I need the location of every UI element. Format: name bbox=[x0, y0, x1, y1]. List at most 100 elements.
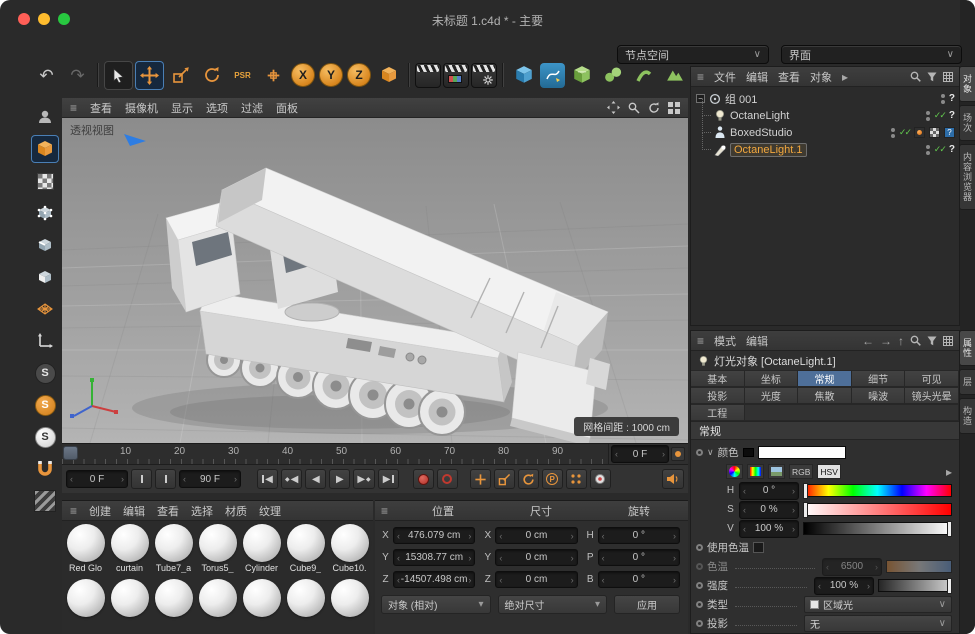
tab-noise[interactable]: 噪波 bbox=[852, 387, 906, 404]
hsv-mode-button[interactable]: HSV bbox=[817, 464, 840, 479]
light-type-select[interactable]: 区域光 ∨ bbox=[804, 596, 952, 613]
key-point-level-button[interactable] bbox=[566, 469, 587, 489]
quantize-button[interactable] bbox=[31, 487, 59, 515]
animation-dot-icon[interactable] bbox=[696, 544, 703, 551]
coordinate-system-button[interactable] bbox=[374, 61, 403, 90]
value-slider[interactable] bbox=[803, 522, 952, 535]
snap-3d-button[interactable]: S bbox=[31, 391, 59, 419]
rotate-tool-button[interactable] bbox=[197, 61, 226, 90]
pan-view-icon[interactable] bbox=[607, 101, 620, 114]
v-field[interactable]: ‹100 %› bbox=[739, 520, 799, 538]
forward-icon[interactable]: → bbox=[880, 334, 892, 348]
material-item[interactable] bbox=[108, 579, 151, 628]
range-end-button[interactable] bbox=[155, 469, 176, 489]
object-name-selected[interactable]: OctaneLight.1 bbox=[730, 143, 807, 157]
side-tab-content-browser[interactable]: 内容浏览器 bbox=[959, 144, 975, 210]
tab-details[interactable]: 细节 bbox=[852, 370, 906, 387]
side-tab-attributes[interactable]: 属性 bbox=[959, 330, 975, 366]
material-item[interactable]: curtain bbox=[108, 524, 151, 573]
side-tab-objects[interactable]: 对象 bbox=[959, 66, 975, 102]
close-button[interactable] bbox=[18, 13, 30, 25]
chevron-right-icon[interactable]: ▸ bbox=[842, 70, 848, 84]
last-tool-button[interactable] bbox=[259, 61, 288, 90]
rot-b-field[interactable]: ‹0 °› bbox=[598, 571, 680, 588]
rot-p-field[interactable]: ‹0 °› bbox=[598, 549, 680, 566]
slider-handle[interactable] bbox=[803, 502, 808, 518]
subdivision-surface-button[interactable] bbox=[567, 61, 596, 90]
timeline-ruler[interactable]: 0 10 20 30 40 50 60 70 80 90 ‹ 0 F › bbox=[62, 443, 688, 464]
material-item[interactable] bbox=[152, 579, 195, 628]
psr-tool-button[interactable]: PSR bbox=[228, 61, 257, 90]
color-preview[interactable] bbox=[758, 446, 846, 459]
material-menu-create[interactable]: 创建 bbox=[89, 503, 111, 519]
start-frame-field[interactable]: ‹ 0 F › bbox=[66, 470, 128, 488]
om-menu-edit[interactable]: 编辑 bbox=[746, 69, 768, 85]
hamburger-icon[interactable]: ≡ bbox=[375, 504, 394, 518]
render-settings-button[interactable] bbox=[471, 63, 497, 88]
question-icon[interactable]: ? bbox=[949, 144, 955, 155]
viewport-menu-display[interactable]: 显示 bbox=[171, 100, 193, 116]
render-picture-viewer-button[interactable] bbox=[443, 63, 469, 88]
up-icon[interactable]: ↑ bbox=[898, 334, 904, 348]
snap-2d-button[interactable]: S bbox=[31, 423, 59, 451]
point-mode-button[interactable] bbox=[31, 199, 59, 227]
om-menu-view[interactable]: 查看 bbox=[778, 69, 800, 85]
tab-shadow[interactable]: 投影 bbox=[691, 387, 745, 404]
field-object-button[interactable] bbox=[660, 61, 689, 90]
visibility-dots[interactable] bbox=[941, 94, 945, 104]
material-item[interactable]: Torus5_ bbox=[196, 524, 239, 573]
tab-coordinates[interactable]: 坐标 bbox=[745, 370, 799, 387]
side-tab-structure[interactable]: 构造 bbox=[959, 398, 975, 434]
current-frame-field[interactable]: ‹ 0 F › bbox=[611, 445, 669, 463]
viewport-menu-options[interactable]: 选项 bbox=[206, 100, 228, 116]
lock-y-button[interactable]: Y bbox=[319, 63, 343, 87]
maximize-button[interactable] bbox=[58, 13, 70, 25]
om-menu-file[interactable]: 文件 bbox=[714, 69, 736, 85]
material-menu-view[interactable]: 查看 bbox=[157, 503, 179, 519]
object-mode-select[interactable]: 对象 (相对)▾ bbox=[381, 595, 491, 614]
filter-icon[interactable] bbox=[927, 336, 937, 346]
saturation-slider[interactable] bbox=[803, 503, 952, 516]
bend-deformer-button[interactable] bbox=[629, 61, 658, 90]
end-frame-field[interactable]: ‹ 90 F › bbox=[179, 470, 241, 488]
size-z-field[interactable]: ‹0 cm› bbox=[495, 571, 577, 588]
attr-menu-mode[interactable]: 模式 bbox=[714, 333, 736, 349]
zoom-view-icon[interactable] bbox=[628, 102, 640, 114]
apply-button[interactable]: 应用 bbox=[614, 595, 680, 614]
redo-button[interactable]: ↷ bbox=[63, 61, 92, 90]
workplane-mode-button[interactable] bbox=[31, 295, 59, 323]
section-general[interactable]: 常规 bbox=[691, 421, 959, 440]
material-menu-texture[interactable]: 纹理 bbox=[259, 503, 281, 519]
node-space-select[interactable]: 节点空间 ∨ bbox=[617, 45, 769, 64]
viewport-label[interactable]: 透视视图 bbox=[70, 122, 114, 138]
grid-icon[interactable] bbox=[943, 72, 953, 82]
question-icon[interactable]: ? bbox=[949, 93, 955, 104]
side-tab-layers[interactable]: 层 bbox=[959, 369, 975, 395]
pos-y-field[interactable]: ‹15308.77 cm› bbox=[393, 549, 475, 566]
material-item[interactable] bbox=[240, 579, 283, 628]
object-row-light[interactable]: OctaneLight ✓✓? bbox=[691, 107, 959, 124]
slider-handle[interactable] bbox=[947, 578, 952, 594]
size-y-field[interactable]: ‹0 cm› bbox=[495, 549, 577, 566]
enable-axis-button[interactable] bbox=[31, 327, 59, 355]
question-icon[interactable]: ? bbox=[949, 110, 955, 121]
make-editable-button[interactable] bbox=[31, 103, 59, 131]
animation-dot-icon[interactable] bbox=[696, 601, 703, 608]
magnet-snap-button[interactable] bbox=[31, 455, 59, 483]
add-primitive-cube-button[interactable] bbox=[509, 61, 538, 90]
pos-z-field[interactable]: ‹-14507.498 cm› bbox=[393, 571, 475, 588]
material-menu-edit[interactable]: 编辑 bbox=[123, 503, 145, 519]
object-row-figure[interactable]: BoxedStudio ✓✓ ? bbox=[691, 124, 959, 141]
previous-frame-button[interactable]: ◀ bbox=[305, 469, 326, 489]
material-item[interactable] bbox=[64, 579, 107, 628]
object-row-light-selected[interactable]: OctaneLight.1 ✓✓? bbox=[691, 141, 959, 158]
object-name[interactable]: BoxedStudio bbox=[730, 127, 792, 139]
tab-project[interactable]: 工程 bbox=[691, 404, 745, 421]
snap-mode-button[interactable]: S bbox=[31, 359, 59, 387]
viewport-menu-panel[interactable]: 面板 bbox=[276, 100, 298, 116]
play-button[interactable]: ▶ bbox=[329, 469, 350, 489]
material-item[interactable]: Tube7_a bbox=[152, 524, 195, 573]
ruler-ticks[interactable]: 0 10 20 30 40 50 60 70 80 90 bbox=[62, 444, 608, 464]
visibility-dots[interactable] bbox=[926, 111, 930, 121]
side-tab-takes[interactable]: 场次 bbox=[959, 105, 975, 141]
